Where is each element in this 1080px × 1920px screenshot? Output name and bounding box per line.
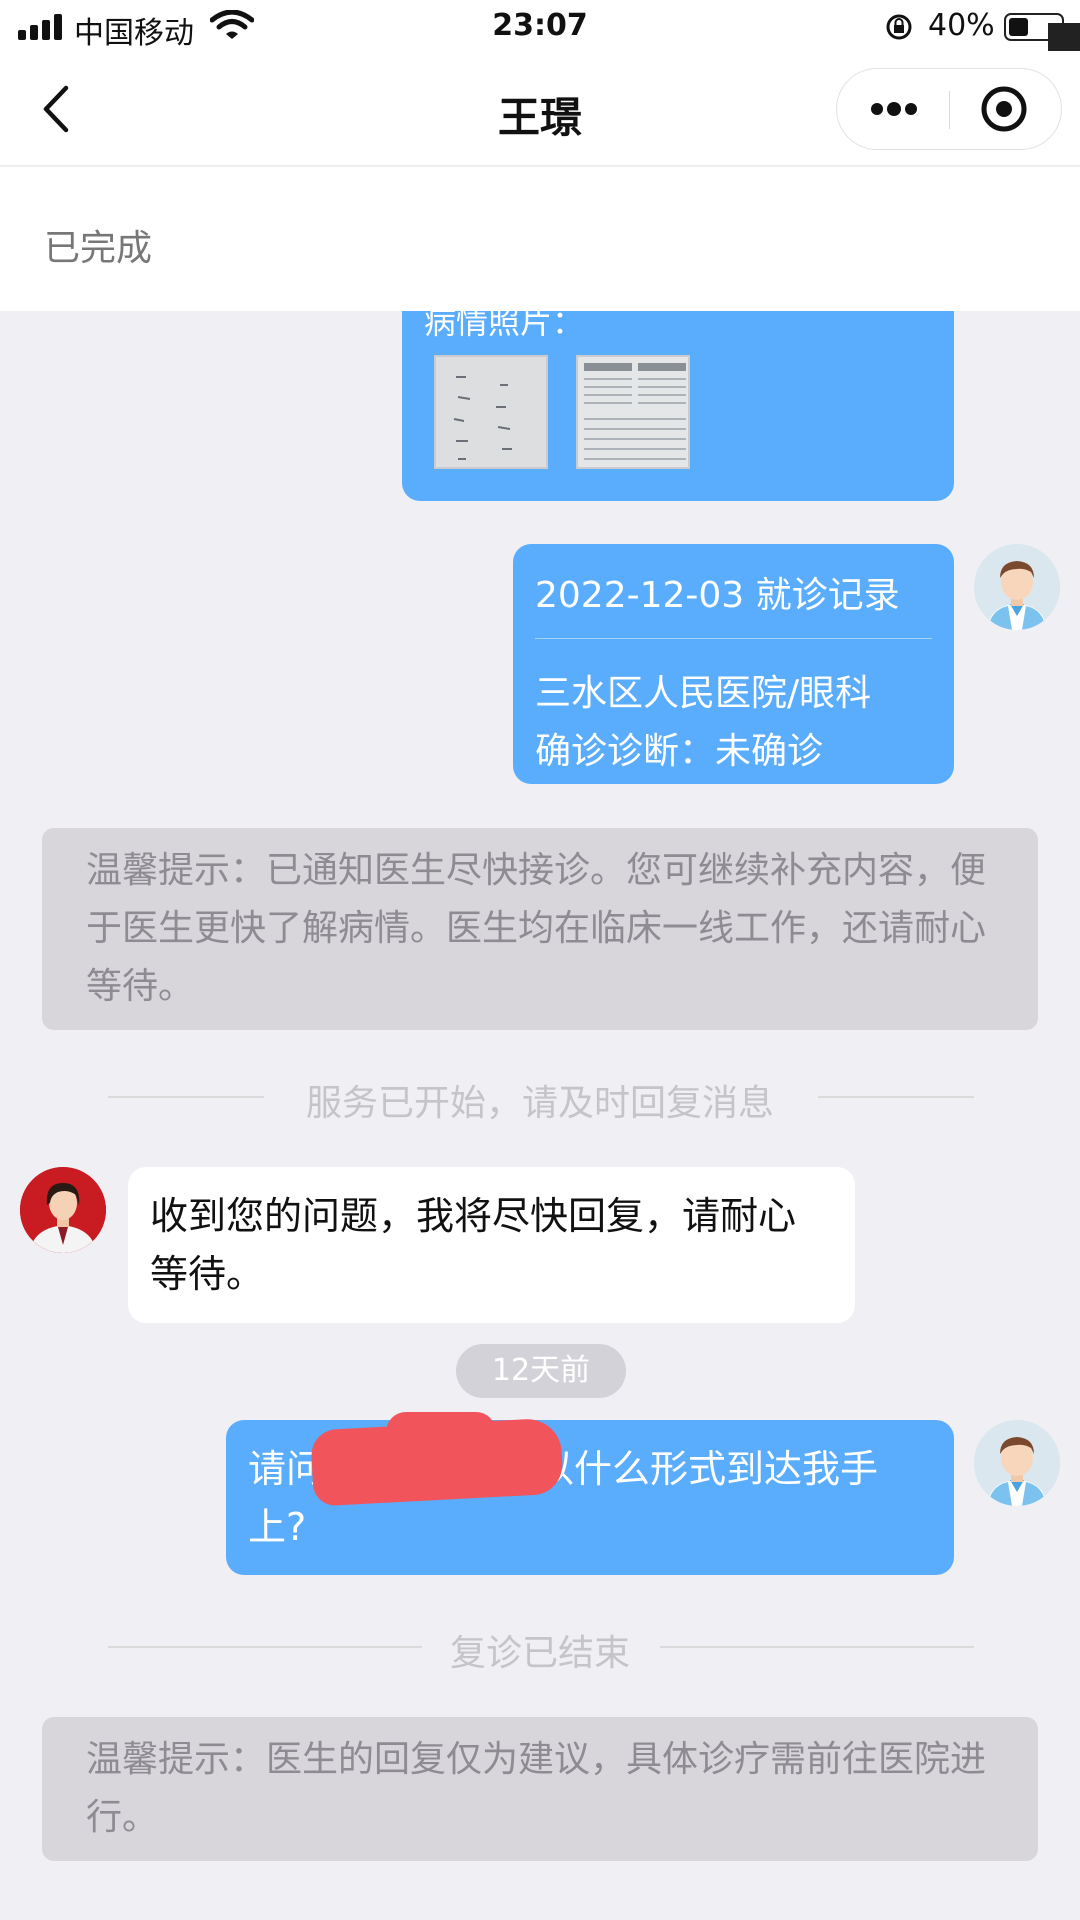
redaction-mark — [386, 1412, 496, 1452]
user-avatar-icon — [974, 544, 1060, 630]
clock-time: 23:07 — [492, 8, 588, 43]
printed-report-image-icon — [578, 357, 688, 467]
user-avatar[interactable] — [974, 544, 1060, 630]
consultation-status-header: 已完成 — [0, 167, 1080, 311]
back-chevron-icon[interactable] — [30, 78, 86, 140]
doctor-message-bubble: 收到您的问题，我将尽快回复，请耐心等待。 — [128, 1167, 855, 1323]
notice-tip: 温馨提示：已通知医生尽快接诊。您可继续补充内容，便于医生更快了解病情。医生均在临… — [42, 828, 1038, 1030]
photo-thumbnail[interactable] — [434, 355, 548, 469]
doctor-avatar-icon — [20, 1167, 106, 1253]
nav-bar: 王璟 — [0, 54, 1080, 166]
battery-icon — [1004, 13, 1080, 51]
chat-area[interactable]: 病情照片： 2022-12-03 就诊记录 三水区人民医院/眼科 确诊诊断：未确… — [0, 311, 1080, 1920]
status-bar: 中国移动 23:07 40% — [0, 0, 1080, 54]
photo-thumbnail[interactable] — [576, 355, 690, 469]
record-hospital: 三水区人民医院/眼科 — [535, 673, 872, 714]
consultation-status: 已完成 — [44, 228, 153, 269]
condition-photos-bubble: 病情照片： — [402, 311, 954, 501]
followup-ended-divider: 复诊已结束 — [449, 1633, 630, 1674]
disclaimer-tip: 温馨提示：医生的回复仅为建议，具体诊疗需前往医院进行。 — [42, 1717, 1038, 1861]
visit-record-card[interactable]: 2022-12-03 就诊记录 三水区人民医院/眼科 确诊诊断：未确诊 — [513, 544, 954, 784]
service-started-divider: 服务已开始，请及时回复消息 — [305, 1083, 774, 1124]
record-title: 2022-12-03 就诊记录 — [535, 575, 900, 616]
photos-label: 病情照片： — [424, 311, 585, 341]
rotation-lock-icon — [886, 14, 912, 40]
more-dots-icon[interactable] — [837, 69, 949, 149]
close-target-icon[interactable] — [950, 69, 1062, 149]
doctor-avatar[interactable] — [20, 1167, 106, 1253]
handwritten-note-image-icon — [436, 357, 546, 467]
user-message-bubble: 请问 以什么形式到达我手上? — [226, 1412, 954, 1575]
mini-program-capsule — [836, 68, 1062, 150]
doctor-message-text: 收到您的问题，我将尽快回复，请耐心等待。 — [150, 1194, 797, 1296]
user-avatar-icon — [974, 1420, 1060, 1506]
user-avatar[interactable] — [974, 1420, 1060, 1506]
battery-percent: 40% — [928, 8, 995, 43]
time-ago-pill: 12天前 — [456, 1344, 626, 1398]
record-separator — [535, 638, 932, 639]
record-diagnosis: 确诊诊断：未确诊 — [535, 731, 824, 772]
